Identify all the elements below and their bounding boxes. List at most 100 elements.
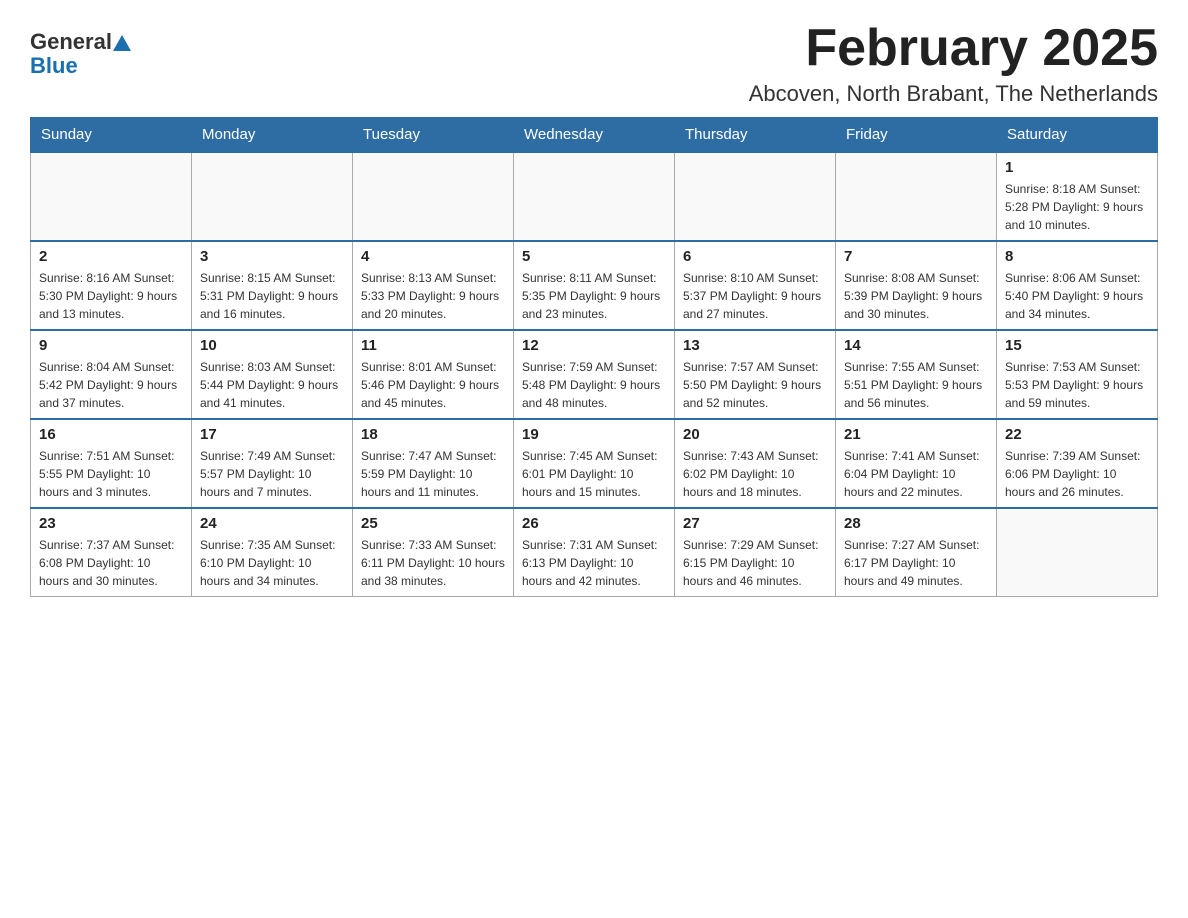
- day-info: Sunrise: 7:27 AM Sunset: 6:17 PM Dayligh…: [844, 536, 988, 590]
- calendar-week-row: 16 Sunrise: 7:51 AM Sunset: 5:55 PM Dayli…: [31, 419, 1158, 508]
- calendar-table: SundayMondayTuesdayWednesdayThursdayFrid…: [30, 117, 1158, 597]
- calendar-cell: 18 Sunrise: 7:47 AM Sunset: 5:59 PM Dayli…: [353, 419, 514, 508]
- weekday-header-row: SundayMondayTuesdayWednesdayThursdayFrid…: [31, 118, 1158, 153]
- day-info: Sunrise: 8:08 AM Sunset: 5:39 PM Dayligh…: [844, 269, 988, 323]
- calendar-cell: 9 Sunrise: 8:04 AM Sunset: 5:42 PM Daylig…: [31, 330, 192, 419]
- weekday-header-monday: Monday: [192, 118, 353, 153]
- calendar-cell: 7Sunrise: 8:08 AM Sunset: 5:39 PM Daylig…: [836, 241, 997, 330]
- calendar-cell: 2 Sunrise: 8:16 AM Sunset: 5:30 PM Daylig…: [31, 241, 192, 330]
- weekday-header-saturday: Saturday: [997, 118, 1158, 153]
- day-info: Sunrise: 7:39 AM Sunset: 6:06 PM Dayligh…: [1005, 447, 1149, 501]
- calendar-cell: [675, 152, 836, 241]
- calendar-cell: 19Sunrise: 7:45 AM Sunset: 6:01 PM Dayli…: [514, 419, 675, 508]
- day-info: Sunrise: 7:53 AM Sunset: 5:53 PM Dayligh…: [1005, 358, 1149, 412]
- day-number: 24: [200, 515, 344, 532]
- day-number: 2: [39, 248, 183, 265]
- calendar-cell: 12 Sunrise: 7:59 AM Sunset: 5:48 PM Dayli…: [514, 330, 675, 419]
- day-number: 15: [1005, 337, 1149, 354]
- calendar-cell: 13 Sunrise: 7:57 AM Sunset: 5:50 PM Dayli…: [675, 330, 836, 419]
- weekday-header-thursday: Thursday: [675, 118, 836, 153]
- calendar-cell: 8Sunrise: 8:06 AM Sunset: 5:40 PM Daylig…: [997, 241, 1158, 330]
- day-info: Sunrise: 7:47 AM Sunset: 5:59 PM Dayligh…: [361, 447, 505, 501]
- day-number: 4: [361, 248, 505, 265]
- day-info: Sunrise: 7:59 AM Sunset: 5:48 PM Dayligh…: [522, 358, 666, 412]
- day-number: 19: [522, 426, 666, 443]
- day-number: 28: [844, 515, 988, 532]
- day-number: 3: [200, 248, 344, 265]
- day-info: Sunrise: 7:31 AM Sunset: 6:13 PM Dayligh…: [522, 536, 666, 590]
- day-info: Sunrise: 8:18 AM Sunset: 5:28 PM Dayligh…: [1005, 180, 1149, 234]
- calendar-cell: 16 Sunrise: 7:51 AM Sunset: 5:55 PM Dayli…: [31, 419, 192, 508]
- calendar-cell: 22 Sunrise: 7:39 AM Sunset: 6:06 PM Dayli…: [997, 419, 1158, 508]
- day-number: 9: [39, 337, 183, 354]
- day-info: Sunrise: 7:43 AM Sunset: 6:02 PM Dayligh…: [683, 447, 827, 501]
- calendar-cell: 24Sunrise: 7:35 AM Sunset: 6:10 PM Dayli…: [192, 508, 353, 597]
- location-subtitle: Abcoven, North Brabant, The Netherlands: [749, 81, 1158, 107]
- calendar-cell: 4Sunrise: 8:13 AM Sunset: 5:33 PM Daylig…: [353, 241, 514, 330]
- day-number: 26: [522, 515, 666, 532]
- day-number: 18: [361, 426, 505, 443]
- calendar-cell: [31, 152, 192, 241]
- day-info: Sunrise: 8:11 AM Sunset: 5:35 PM Dayligh…: [522, 269, 666, 323]
- day-number: 11: [361, 337, 505, 354]
- weekday-header-tuesday: Tuesday: [353, 118, 514, 153]
- calendar-cell: 28 Sunrise: 7:27 AM Sunset: 6:17 PM Dayli…: [836, 508, 997, 597]
- logo-blue-text: Blue: [30, 53, 78, 78]
- day-number: 13: [683, 337, 827, 354]
- day-number: 10: [200, 337, 344, 354]
- calendar-cell: [997, 508, 1158, 597]
- calendar-cell: 1 Sunrise: 8:18 AM Sunset: 5:28 PM Daylig…: [997, 152, 1158, 241]
- calendar-cell: 27Sunrise: 7:29 AM Sunset: 6:15 PM Dayli…: [675, 508, 836, 597]
- calendar-week-row: 9 Sunrise: 8:04 AM Sunset: 5:42 PM Daylig…: [31, 330, 1158, 419]
- day-number: 8: [1005, 248, 1149, 265]
- calendar-cell: 3Sunrise: 8:15 AM Sunset: 5:31 PM Daylig…: [192, 241, 353, 330]
- day-info: Sunrise: 7:37 AM Sunset: 6:08 PM Dayligh…: [39, 536, 183, 590]
- day-info: Sunrise: 8:10 AM Sunset: 5:37 PM Dayligh…: [683, 269, 827, 323]
- calendar-cell: 5 Sunrise: 8:11 AM Sunset: 5:35 PM Daylig…: [514, 241, 675, 330]
- day-number: 25: [361, 515, 505, 532]
- day-number: 5: [522, 248, 666, 265]
- day-info: Sunrise: 7:49 AM Sunset: 5:57 PM Dayligh…: [200, 447, 344, 501]
- day-info: Sunrise: 7:57 AM Sunset: 5:50 PM Dayligh…: [683, 358, 827, 412]
- page-header: General Blue February 2025 Abcoven, Nort…: [30, 20, 1158, 107]
- calendar-cell: 25 Sunrise: 7:33 AM Sunset: 6:11 PM Dayli…: [353, 508, 514, 597]
- day-number: 21: [844, 426, 988, 443]
- calendar-cell: 15 Sunrise: 7:53 AM Sunset: 5:53 PM Dayli…: [997, 330, 1158, 419]
- day-number: 16: [39, 426, 183, 443]
- calendar-cell: [192, 152, 353, 241]
- title-area: February 2025 Abcoven, North Brabant, Th…: [749, 20, 1158, 107]
- day-info: Sunrise: 7:51 AM Sunset: 5:55 PM Dayligh…: [39, 447, 183, 501]
- day-number: 17: [200, 426, 344, 443]
- day-number: 23: [39, 515, 183, 532]
- calendar-cell: [353, 152, 514, 241]
- calendar-cell: 11 Sunrise: 8:01 AM Sunset: 5:46 PM Dayli…: [353, 330, 514, 419]
- day-info: Sunrise: 8:01 AM Sunset: 5:46 PM Dayligh…: [361, 358, 505, 412]
- day-number: 20: [683, 426, 827, 443]
- logo: General Blue: [30, 30, 131, 78]
- day-info: Sunrise: 7:41 AM Sunset: 6:04 PM Dayligh…: [844, 447, 988, 501]
- calendar-week-row: 1 Sunrise: 8:18 AM Sunset: 5:28 PM Daylig…: [31, 152, 1158, 241]
- logo-general-text: General: [30, 29, 112, 54]
- day-info: Sunrise: 8:16 AM Sunset: 5:30 PM Dayligh…: [39, 269, 183, 323]
- day-number: 22: [1005, 426, 1149, 443]
- day-info: Sunrise: 8:04 AM Sunset: 5:42 PM Dayligh…: [39, 358, 183, 412]
- calendar-cell: 6 Sunrise: 8:10 AM Sunset: 5:37 PM Daylig…: [675, 241, 836, 330]
- day-number: 12: [522, 337, 666, 354]
- day-number: 1: [1005, 159, 1149, 176]
- calendar-week-row: 2 Sunrise: 8:16 AM Sunset: 5:30 PM Daylig…: [31, 241, 1158, 330]
- calendar-cell: 20 Sunrise: 7:43 AM Sunset: 6:02 PM Dayli…: [675, 419, 836, 508]
- weekday-header-sunday: Sunday: [31, 118, 192, 153]
- weekday-header-friday: Friday: [836, 118, 997, 153]
- logo-triangle-icon: [113, 35, 131, 51]
- calendar-cell: [514, 152, 675, 241]
- day-number: 14: [844, 337, 988, 354]
- calendar-cell: 21 Sunrise: 7:41 AM Sunset: 6:04 PM Dayli…: [836, 419, 997, 508]
- day-info: Sunrise: 7:55 AM Sunset: 5:51 PM Dayligh…: [844, 358, 988, 412]
- calendar-cell: 10Sunrise: 8:03 AM Sunset: 5:44 PM Dayli…: [192, 330, 353, 419]
- day-info: Sunrise: 7:33 AM Sunset: 6:11 PM Dayligh…: [361, 536, 505, 590]
- day-number: 6: [683, 248, 827, 265]
- month-title: February 2025: [749, 20, 1158, 77]
- calendar-cell: 14 Sunrise: 7:55 AM Sunset: 5:51 PM Dayli…: [836, 330, 997, 419]
- weekday-header-wednesday: Wednesday: [514, 118, 675, 153]
- day-number: 27: [683, 515, 827, 532]
